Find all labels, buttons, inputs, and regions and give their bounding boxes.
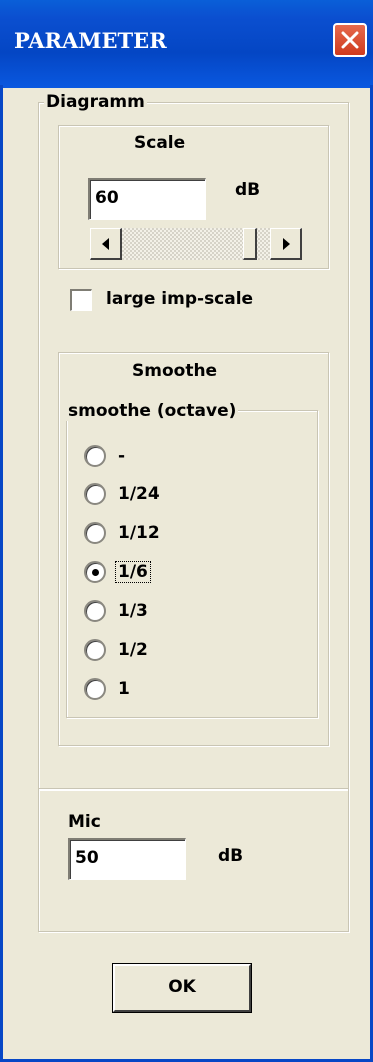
radio-label[interactable]: 1/6: [115, 561, 151, 583]
arrow-right-icon: [283, 238, 290, 250]
arrow-left-icon: [102, 238, 109, 250]
radio-button[interactable]: [84, 678, 106, 700]
radio-label[interactable]: 1/3: [118, 601, 148, 621]
radio-label[interactable]: 1/2: [118, 640, 148, 660]
radio-label[interactable]: 1/24: [118, 484, 160, 504]
radio-button[interactable]: [84, 639, 106, 661]
large-imp-scale-checkbox[interactable]: [70, 289, 92, 311]
diagramm-legend: Diagramm: [44, 92, 147, 112]
radio-label[interactable]: 1: [118, 679, 130, 699]
radio-button[interactable]: [84, 522, 106, 544]
scrollbar-thumb[interactable]: [242, 228, 257, 260]
window-border-left: [0, 85, 3, 1062]
close-icon: [341, 31, 359, 49]
mic-label: Mic: [68, 812, 101, 832]
radio-label[interactable]: -: [118, 446, 125, 466]
smoothe-octave-legend: smoothe (octave): [66, 401, 239, 421]
large-imp-scale-label[interactable]: large imp-scale: [106, 289, 253, 309]
scale-input[interactable]: 60: [88, 178, 206, 220]
close-button[interactable]: [333, 23, 367, 57]
scroll-right-button[interactable]: [270, 228, 302, 260]
radio-label[interactable]: 1/12: [118, 523, 160, 543]
ok-button[interactable]: OK: [112, 963, 252, 1013]
radio-button[interactable]: [84, 483, 106, 505]
scale-scrollbar[interactable]: [90, 228, 302, 260]
radio-button[interactable]: [84, 445, 106, 467]
mic-input[interactable]: 50: [68, 838, 186, 880]
window-title: PARAMETER: [14, 28, 167, 53]
scroll-left-button[interactable]: [90, 228, 122, 260]
smoothe-legend: Smoothe: [132, 361, 218, 381]
mic-unit: dB: [218, 846, 244, 866]
radio-button[interactable]: [84, 600, 106, 622]
parameter-dialog: PARAMETER Diagramm Scale 60 dB large imp…: [0, 0, 373, 1062]
scale-unit: dB: [235, 180, 261, 200]
radio-button-selected[interactable]: [84, 561, 106, 583]
title-bar[interactable]: PARAMETER: [0, 0, 373, 88]
scale-legend: Scale: [134, 133, 186, 153]
